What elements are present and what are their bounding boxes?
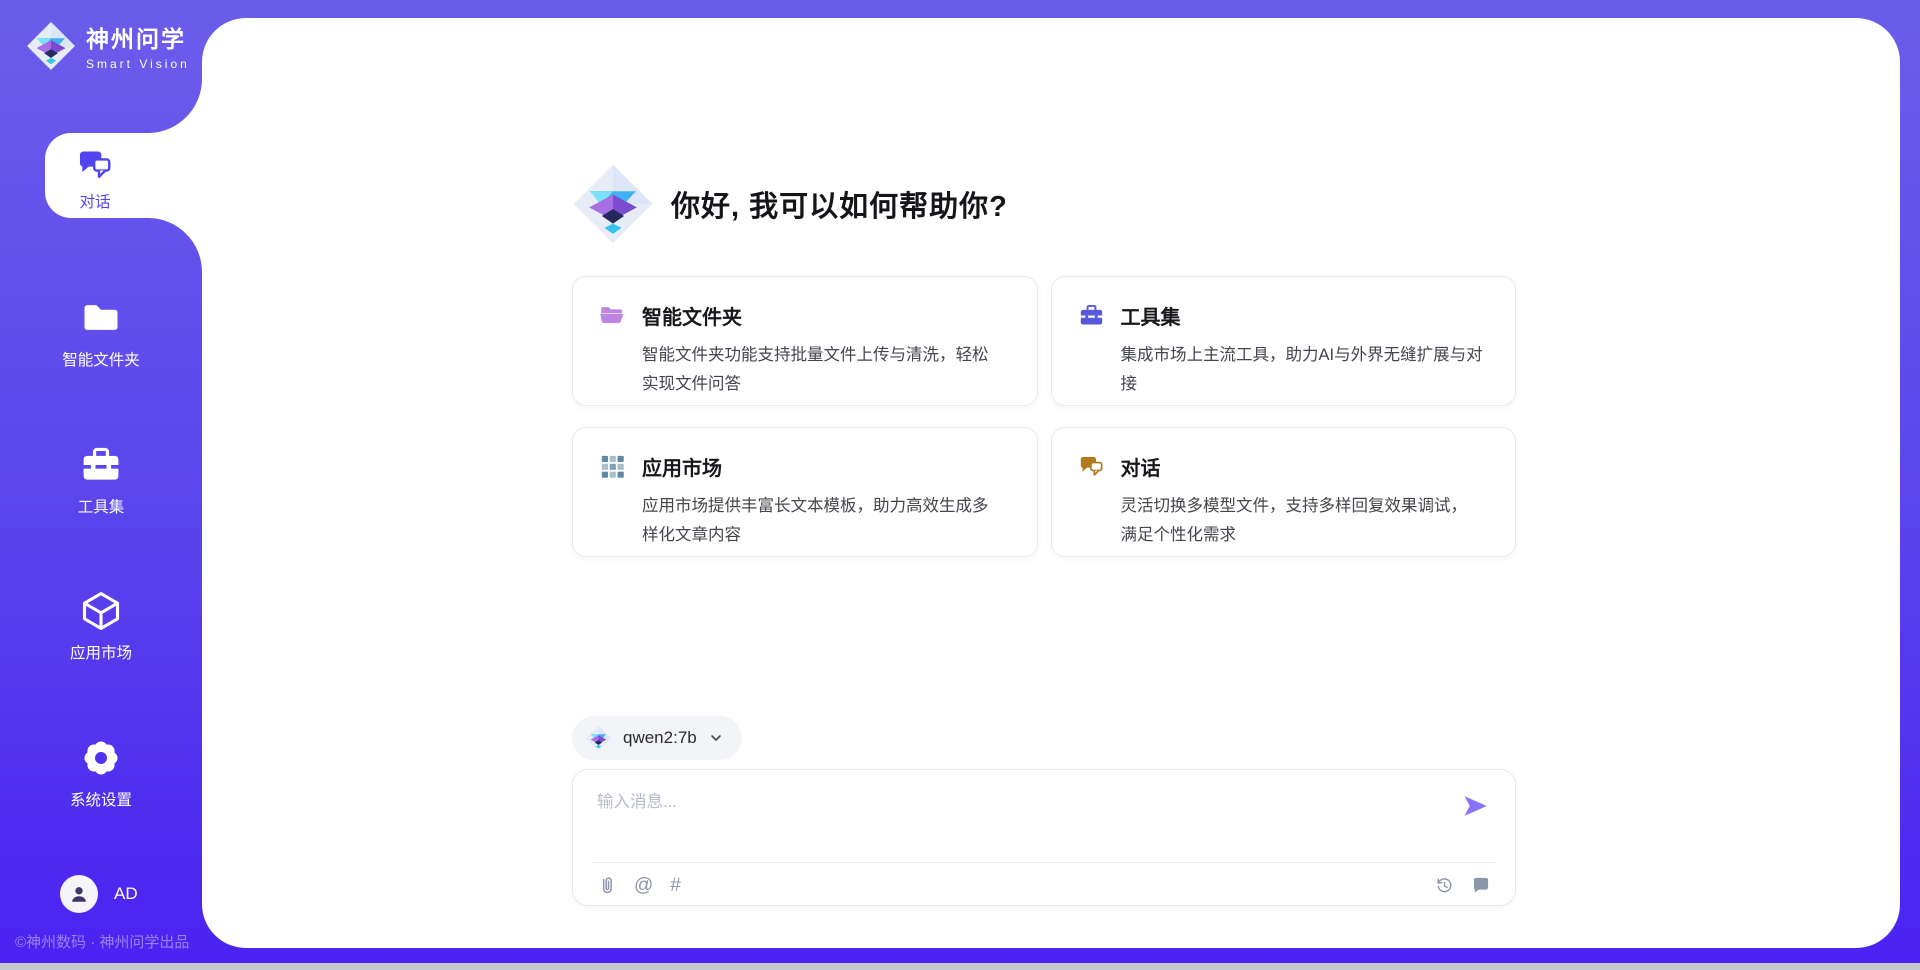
paperclip-icon[interactable] bbox=[597, 875, 617, 895]
toolbox-icon bbox=[79, 443, 123, 487]
message-input[interactable] bbox=[597, 788, 1437, 846]
folder-icon bbox=[79, 296, 123, 340]
cube-icon bbox=[79, 589, 123, 633]
greeting-text: 你好, 我可以如何帮助你? bbox=[671, 183, 1008, 225]
user-initials: AD bbox=[114, 884, 138, 904]
bottom-edge-strip bbox=[0, 963, 1920, 970]
composer-tools-right bbox=[1434, 875, 1491, 895]
card-chat[interactable]: 对话 灵活切换多模型文件，支持多样回复效果调试，满足个性化需求 bbox=[1051, 427, 1517, 557]
sidebar-item-label: 工具集 bbox=[78, 495, 125, 517]
folder-open-icon bbox=[599, 302, 626, 329]
sidebar-item-label: 智能文件夹 bbox=[62, 348, 140, 370]
chat-icon bbox=[76, 146, 114, 184]
sidebar-item-label: 对话 bbox=[79, 190, 110, 212]
composer-toolbar: @ # bbox=[597, 870, 1491, 900]
chat-icon bbox=[1078, 453, 1105, 480]
model-selector[interactable]: qwen2:7b bbox=[572, 716, 742, 760]
card-smart-folder[interactable]: 智能文件夹 智能文件夹功能支持批量文件上传与清洗，轻松实现文件问答 bbox=[572, 276, 1038, 406]
app-root: { "brand": { "name": "神州问学", "subtitle":… bbox=[0, 0, 1920, 970]
sidebar-item-app-market[interactable]: 应用市场 bbox=[0, 589, 202, 663]
sidebar-item-settings[interactable]: 系统设置 bbox=[0, 736, 202, 810]
chevron-down-icon bbox=[708, 730, 724, 746]
card-toolset[interactable]: 工具集 集成市场上主流工具，助力AI与外界无缝扩展与对接 bbox=[1051, 276, 1517, 406]
card-description: 集成市场上主流工具，助力AI与外界无缝扩展与对接 bbox=[1121, 341, 1484, 399]
card-header: 智能文件夹 bbox=[599, 301, 1011, 330]
card-header: 应用市场 bbox=[599, 452, 1011, 481]
sidebar-item-label: 系统设置 bbox=[70, 788, 132, 810]
user-profile[interactable]: AD bbox=[60, 875, 138, 913]
message-composer: @ # bbox=[572, 769, 1516, 906]
brand-subtitle: Smart Vision bbox=[86, 57, 190, 71]
send-icon[interactable] bbox=[1461, 792, 1489, 820]
grid-icon bbox=[599, 453, 626, 480]
card-description: 灵活切换多模型文件，支持多样回复效果调试，满足个性化需求 bbox=[1121, 492, 1484, 550]
brand-diamond-icon bbox=[26, 21, 76, 71]
avatar bbox=[60, 875, 98, 913]
card-title: 应用市场 bbox=[642, 452, 722, 481]
gear-icon bbox=[79, 736, 123, 780]
greeting-header: 你好, 我可以如何帮助你? bbox=[572, 163, 1008, 245]
sidebar-item-toolset[interactable]: 工具集 bbox=[0, 443, 202, 517]
mention-icon[interactable]: @ bbox=[634, 876, 653, 895]
card-app-market[interactable]: 应用市场 应用市场提供丰富长文本模板，助力高效生成多样化文章内容 bbox=[572, 427, 1038, 557]
card-description: 智能文件夹功能支持批量文件上传与清洗，轻松实现文件问答 bbox=[642, 341, 1005, 399]
brand-text: 神州问学 Smart Vision bbox=[86, 20, 190, 71]
brand-name: 神州问学 bbox=[86, 20, 190, 54]
sidebar-item-label: 应用市场 bbox=[70, 641, 132, 663]
model-diamond-icon bbox=[585, 725, 612, 752]
assistant-diamond-icon bbox=[572, 163, 654, 245]
card-title: 对话 bbox=[1121, 452, 1161, 481]
copyright-footer: ©神州数码 · 神州问学出品 bbox=[15, 931, 195, 952]
card-description: 应用市场提供丰富长文本模板，助力高效生成多样化文章内容 bbox=[642, 492, 1005, 550]
card-title: 智能文件夹 bbox=[642, 301, 742, 330]
sidebar-item-chat[interactable]: 对话 bbox=[45, 133, 202, 218]
card-title: 工具集 bbox=[1121, 301, 1181, 330]
person-icon bbox=[68, 883, 90, 905]
brand-logo: 神州问学 Smart Vision bbox=[26, 20, 190, 71]
composer-divider bbox=[591, 862, 1497, 863]
model-name: qwen2:7b bbox=[623, 728, 697, 748]
toolbox-icon bbox=[1078, 302, 1105, 329]
feedback-bubble-icon[interactable] bbox=[1471, 875, 1491, 895]
history-icon[interactable] bbox=[1434, 875, 1454, 895]
card-header: 工具集 bbox=[1078, 301, 1490, 330]
card-header: 对话 bbox=[1078, 452, 1490, 481]
sidebar-item-smart-folder[interactable]: 智能文件夹 bbox=[0, 296, 202, 370]
topic-icon[interactable]: # bbox=[670, 876, 681, 895]
feature-cards: 智能文件夹 智能文件夹功能支持批量文件上传与清洗，轻松实现文件问答 工具集 集成… bbox=[572, 276, 1516, 557]
composer-tools-left: @ # bbox=[597, 875, 681, 895]
